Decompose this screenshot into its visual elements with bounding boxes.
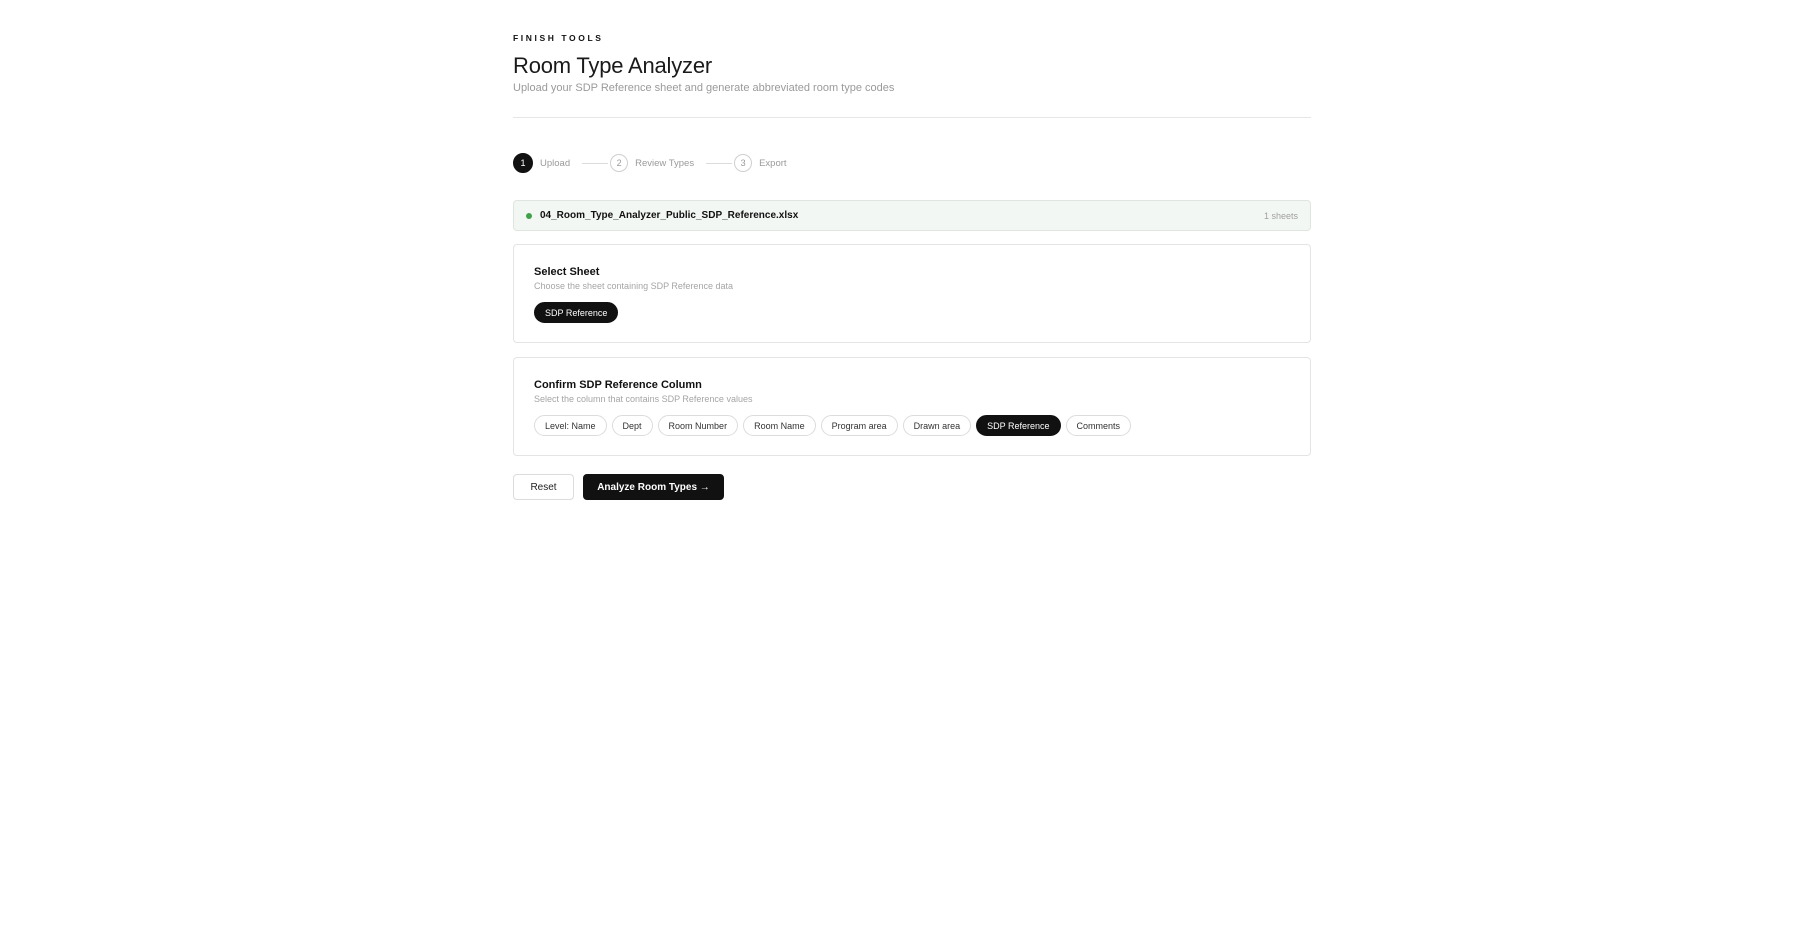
step-number-badge: 2 [610,154,629,172]
step-number-badge: 1 [513,153,533,173]
confirm-column-card: Confirm SDP Reference Column Select the … [513,357,1311,456]
page-subtitle: Upload your SDP Reference sheet and gene… [513,82,895,94]
step-review-types[interactable]: 2 Review Types [610,154,694,172]
step-connector [706,162,733,164]
sheet-options: SDP Reference [534,302,619,323]
column-option-room-name[interactable]: Room Name [743,415,816,436]
column-option-program-area[interactable]: Program area [820,415,898,436]
step-number-badge: 3 [734,154,753,172]
step-connector [582,162,609,164]
select-sheet-card: Select Sheet Choose the sheet containing… [513,244,1311,343]
file-name: 04_Room_Type_Analyzer_Public_SDP_Referen… [540,210,799,221]
uploaded-file-banner: 04_Room_Type_Analyzer_Public_SDP_Referen… [513,200,1311,231]
action-bar: Reset Analyze Room Types → [513,474,724,500]
eyebrow-label: FINISH TOOLS [513,33,604,43]
analyze-room-types-button[interactable]: Analyze Room Types → [583,474,724,500]
page-title: Room Type Analyzer [513,53,712,78]
step-label: Export [759,157,787,169]
column-option-room-number[interactable]: Room Number [657,415,739,436]
column-option-sdp-reference[interactable]: SDP Reference [976,415,1061,436]
column-option-drawn-area[interactable]: Drawn area [902,415,972,436]
step-label: Upload [540,157,571,169]
card-title: Confirm SDP Reference Column [534,379,702,391]
sheet-option-sdp-reference[interactable]: SDP Reference [534,302,619,323]
step-export[interactable]: 3 Export [734,154,787,172]
step-label: Review Types [635,157,695,169]
sheet-count: 1 sheets [1263,210,1298,221]
card-description: Select the column that contains SDP Refe… [534,394,753,404]
progress-stepper: 1 Upload 2 Review Types 3 Export [513,153,787,173]
card-description: Choose the sheet containing SDP Referenc… [534,281,733,291]
column-option-dept[interactable]: Dept [611,415,653,436]
column-options: Level: Name Dept Room Number Room Name P… [534,415,1132,436]
card-title: Select Sheet [534,266,600,278]
status-dot-icon [526,212,532,219]
column-option-level-name[interactable]: Level: Name [534,415,607,436]
header-divider [513,117,1311,118]
reset-button[interactable]: Reset [513,474,574,500]
column-option-comments[interactable]: Comments [1065,415,1132,436]
step-upload[interactable]: 1 Upload [513,153,570,173]
